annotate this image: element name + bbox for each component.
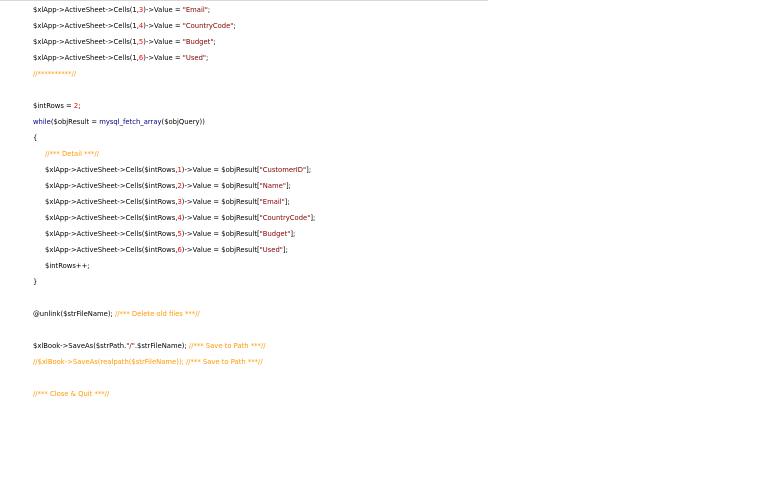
- code-line: //*** Detail ***//: [45, 148, 99, 160]
- code-token: $xlApp->ActiveSheet->Cells(1,: [33, 21, 139, 30]
- code-token: ;: [206, 53, 209, 62]
- code-token: $xlApp->ActiveSheet->Cells($intRows,: [45, 165, 178, 174]
- code-token: $xlApp->ActiveSheet->Cells($intRows,: [45, 245, 178, 254]
- code-token: ];: [290, 229, 296, 238]
- code-token: $xlBook->SaveAs($strPath.: [33, 341, 127, 350]
- code-token: "Email": [259, 197, 285, 206]
- code-token: //**********//: [33, 69, 77, 78]
- code-line: $xlApp->ActiveSheet->Cells($intRows,6)->…: [45, 244, 288, 256]
- code-token: $xlApp->ActiveSheet->Cells($intRows,: [45, 229, 178, 238]
- code-token: )->Value =: [143, 21, 183, 30]
- code-token: ;: [78, 101, 81, 110]
- code-token: //*** Delete old files ***//: [114, 309, 200, 318]
- code-token: "Budget": [182, 37, 214, 46]
- code-token: ;: [213, 37, 216, 46]
- code-token: ;: [233, 21, 236, 30]
- code-token: ];: [284, 197, 290, 206]
- code-line: }: [33, 276, 37, 288]
- code-token: )->Value = $objResult[: [181, 197, 260, 206]
- code-token: "Used": [259, 245, 283, 254]
- code-token: ];: [310, 213, 316, 222]
- code-token: {: [33, 133, 38, 142]
- code-line: {: [33, 132, 37, 144]
- code-token: "Used": [182, 53, 207, 62]
- code-token: $xlApp->ActiveSheet->Cells($intRows,: [45, 213, 178, 222]
- code-token: "CountryCode": [182, 21, 234, 30]
- code-token: //*** Close & Quit ***//: [33, 389, 110, 398]
- code-token: "CountryCode": [259, 213, 311, 222]
- code-token: "/": [126, 341, 135, 350]
- code-token: mysql_fetch_array: [99, 117, 162, 126]
- code-token: //*** Save to Path ***//: [188, 341, 266, 350]
- code-line: $xlApp->ActiveSheet->Cells($intRows,2)->…: [45, 180, 291, 192]
- code-line: $xlApp->ActiveSheet->Cells($intRows,5)->…: [45, 228, 295, 240]
- code-token: @unlink($strFileName);: [33, 309, 115, 318]
- code-token: ];: [282, 245, 288, 254]
- code-line: @unlink($strFileName); //*** Delete old …: [33, 308, 200, 320]
- code-line: $xlApp->ActiveSheet->Cells(1,4)->Value =…: [33, 20, 236, 32]
- code-token: )->Value = $objResult[: [181, 245, 260, 254]
- code-token: )->Value = $objResult[: [181, 181, 260, 190]
- code-line: $xlApp->ActiveSheet->Cells(1,6)->Value =…: [33, 52, 208, 64]
- code-token: "Budget": [259, 229, 291, 238]
- code-token: "Email": [182, 5, 208, 14]
- code-block: $xlApp->ActiveSheet->Cells(1,3)->Value =…: [0, 0, 768, 480]
- code-token: }: [33, 277, 38, 286]
- code-line: //**********//: [33, 68, 76, 80]
- code-token: ($objQuery)): [161, 117, 205, 126]
- code-token: )->Value =: [143, 53, 183, 62]
- code-token: "CustomerID": [259, 165, 307, 174]
- code-token: )->Value =: [143, 5, 183, 14]
- code-line: //$xlBook->SaveAs(realpath($strFileName)…: [33, 356, 263, 368]
- code-token: while: [33, 117, 51, 126]
- code-token: )->Value =: [143, 37, 183, 46]
- code-token: $intRows =: [33, 101, 74, 110]
- code-token: $xlApp->ActiveSheet->Cells($intRows,: [45, 197, 178, 206]
- code-line: $xlApp->ActiveSheet->Cells($intRows,1)->…: [45, 164, 311, 176]
- code-line: $xlApp->ActiveSheet->Cells(1,5)->Value =…: [33, 36, 216, 48]
- code-token: $xlApp->ActiveSheet->Cells(1,: [33, 37, 139, 46]
- code-token: )->Value = $objResult[: [181, 165, 260, 174]
- code-line: $xlBook->SaveAs($strPath."/".$strFileNam…: [33, 340, 266, 352]
- code-line: while($objResult = mysql_fetch_array($ob…: [33, 116, 205, 128]
- code-token: $intRows++;: [45, 261, 90, 270]
- code-token: ;: [207, 5, 211, 14]
- code-token: $xlApp->ActiveSheet->Cells(1,: [33, 5, 139, 14]
- code-line: //*** Close & Quit ***//: [33, 388, 109, 400]
- code-token: )->Value = $objResult[: [181, 229, 260, 238]
- code-token: //$xlBook->SaveAs(realpath($strFileName)…: [33, 357, 263, 366]
- code-line: $xlApp->ActiveSheet->Cells($intRows,4)->…: [45, 212, 315, 224]
- code-token: //*** Detail ***//: [45, 149, 99, 158]
- code-token: ];: [306, 165, 312, 174]
- code-line: $xlApp->ActiveSheet->Cells(1,3)->Value =…: [33, 4, 210, 16]
- code-line: $intRows++;: [45, 260, 90, 272]
- code-token: .$strFileName);: [134, 341, 189, 350]
- code-token: $xlApp->ActiveSheet->Cells($intRows,: [45, 181, 178, 190]
- code-token: "Name": [259, 181, 286, 190]
- code-line: $intRows = 2;: [33, 100, 81, 112]
- code-token: $xlApp->ActiveSheet->Cells(1,: [33, 53, 139, 62]
- code-line: $xlApp->ActiveSheet->Cells($intRows,3)->…: [45, 196, 290, 208]
- code-token: ($objResult =: [50, 117, 100, 126]
- code-token: )->Value = $objResult[: [181, 213, 260, 222]
- code-token: ];: [285, 181, 291, 190]
